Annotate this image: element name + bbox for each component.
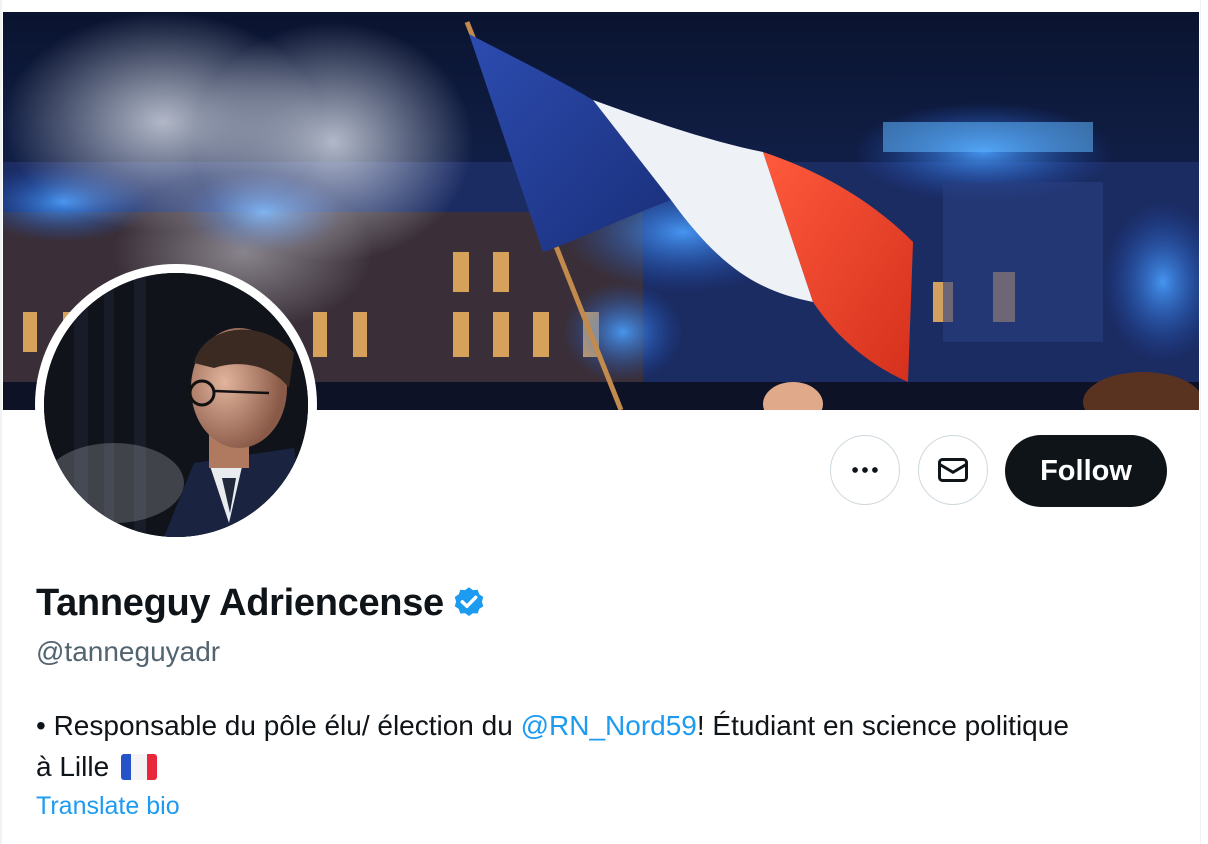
profile-handle: @tanneguyadr	[36, 636, 221, 667]
envelope-icon	[938, 458, 968, 482]
profile-page: Follow Tanneguy Adriencense @tanneguyadr…	[0, 0, 1208, 844]
follow-button[interactable]: Follow	[1005, 435, 1167, 507]
avatar[interactable]	[44, 273, 308, 537]
more-horizontal-icon	[852, 467, 878, 473]
frame-divider-right	[1200, 0, 1201, 844]
display-name: Tanneguy Adriencense	[36, 582, 444, 624]
verified-badge-icon[interactable]	[451, 585, 487, 621]
bio-text-middle: ! Étudiant en science politique	[696, 710, 1069, 741]
profile-bio: • Responsable du pôle élu/ élection du @…	[36, 705, 1186, 787]
bio-mention-link[interactable]: @RN_Nord59	[521, 710, 697, 741]
message-button[interactable]	[918, 435, 988, 505]
more-options-button[interactable]	[830, 435, 900, 505]
frame-divider-left	[0, 0, 2, 844]
translate-bio-link[interactable]: Translate bio	[36, 791, 180, 821]
bio-text-prefix: • Responsable du pôle élu/ élection du	[36, 710, 521, 741]
bio-text-suffix: à Lille	[36, 751, 117, 782]
france-flag-icon	[120, 754, 157, 780]
display-name-row: Tanneguy Adriencense	[36, 580, 487, 626]
